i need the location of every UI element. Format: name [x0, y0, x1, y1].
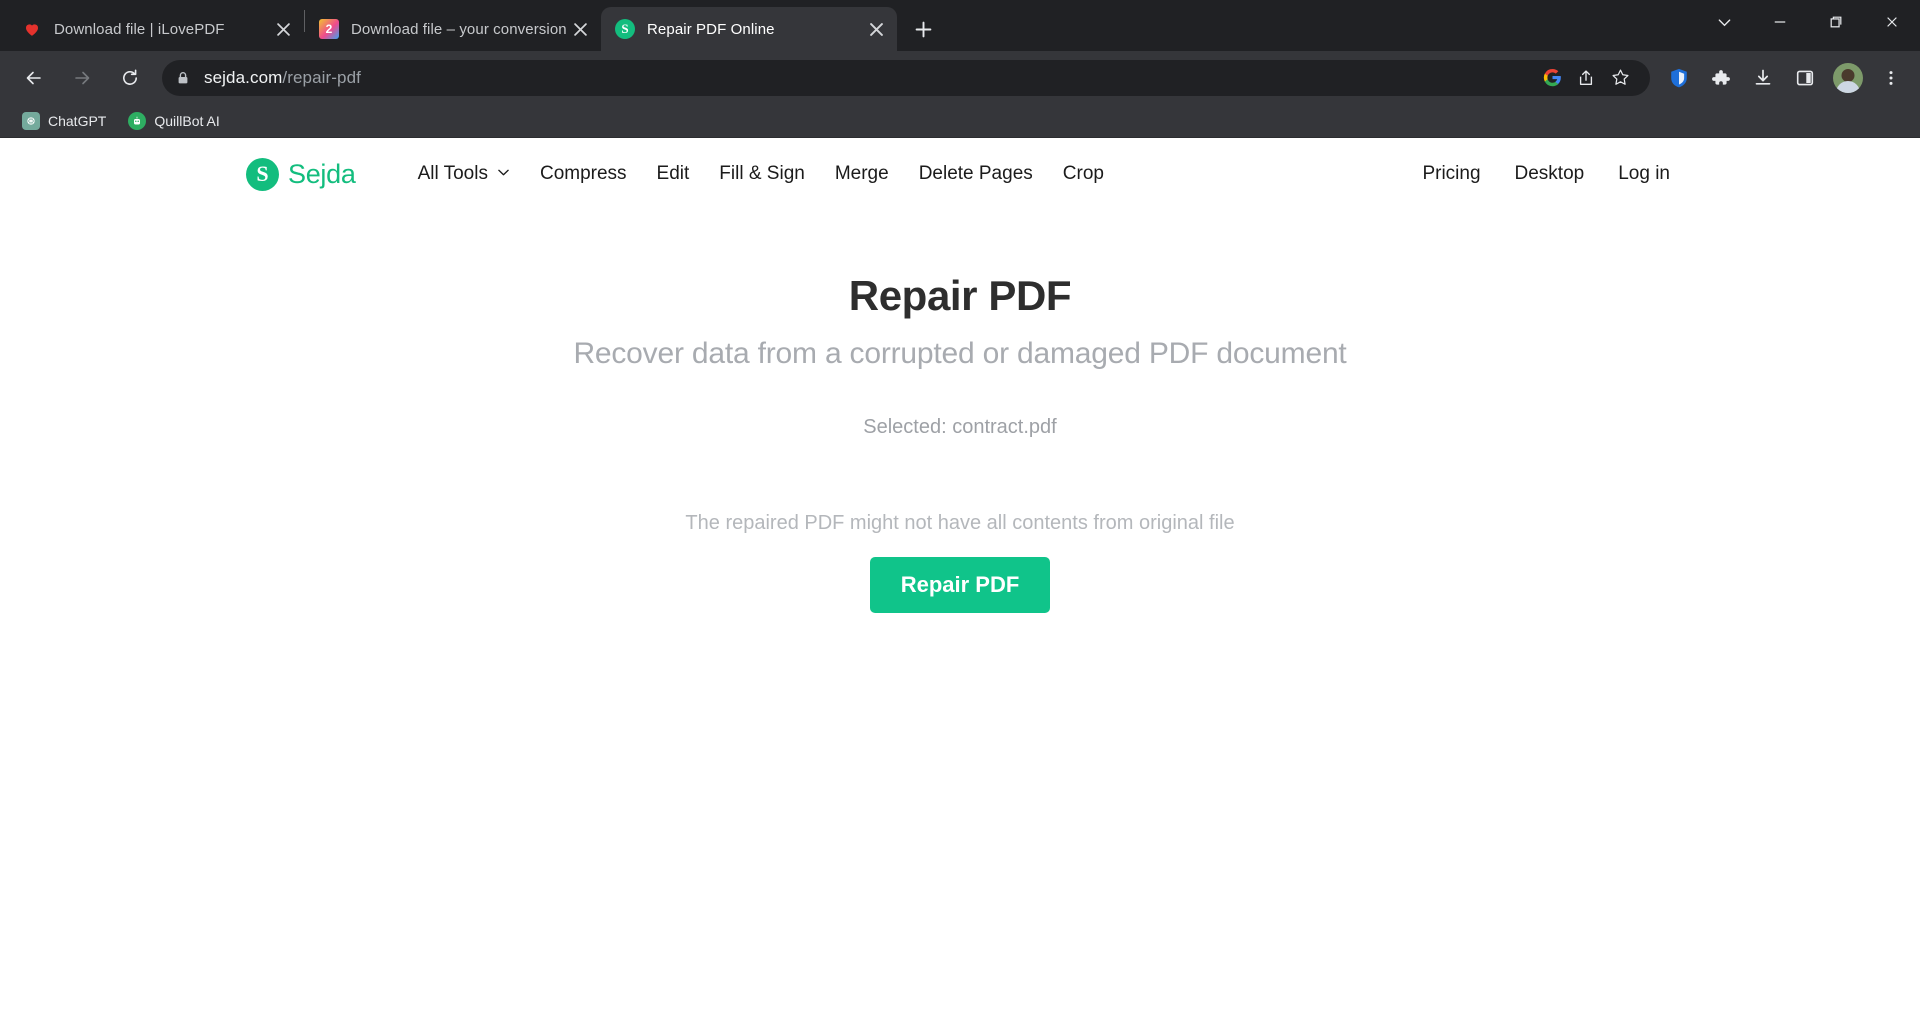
side-panel-icon[interactable]: [1786, 59, 1824, 97]
back-arrow-icon[interactable]: [14, 58, 54, 98]
zenmate-shield-icon[interactable]: [1660, 59, 1698, 97]
forward-arrow-icon[interactable]: [62, 58, 102, 98]
nav-item-all-tools[interactable]: All Tools: [418, 163, 510, 185]
bookmark-star-icon[interactable]: [1604, 62, 1636, 94]
bookmark-label: ChatGPT: [48, 113, 106, 129]
avatar[interactable]: [1833, 63, 1863, 93]
tab-title: Download file – your conversion: [351, 21, 567, 38]
window-controls: [1696, 0, 1920, 44]
chevron-down-icon: [497, 163, 510, 185]
heart-icon: [22, 19, 42, 39]
browser-tab-3[interactable]: S Repair PDF Online: [601, 7, 897, 51]
tab-strip: Download file | iLovePDF 2 Download file…: [0, 0, 1920, 51]
minimize-icon[interactable]: [1752, 0, 1808, 44]
tab-title: Download file | iLovePDF: [54, 21, 270, 38]
close-icon[interactable]: [1864, 0, 1920, 44]
maximize-icon[interactable]: [1808, 0, 1864, 44]
tab-title: Repair PDF Online: [647, 21, 863, 38]
quillbot-icon: [128, 112, 146, 130]
nav-item-pricing[interactable]: Pricing: [1422, 163, 1480, 185]
address-bar-text: sejda.com/repair-pdf: [204, 68, 361, 88]
share-icon[interactable]: [1570, 62, 1602, 94]
main-navigation: All Tools Compress Edit Fill & Sign Merg…: [418, 163, 1104, 185]
sejda-logo-text: Sejda: [288, 159, 356, 190]
sejda-logo-mark: S: [246, 158, 279, 191]
browser-window: Download file | iLovePDF 2 Download file…: [0, 0, 1920, 1030]
downloads-icon[interactable]: [1744, 59, 1782, 97]
reload-icon[interactable]: [110, 58, 150, 98]
lock-icon: [176, 71, 190, 85]
tab-close-button[interactable]: [567, 16, 593, 42]
selected-file-label: Selected: contract.pdf: [0, 416, 1920, 439]
nav-item-crop[interactable]: Crop: [1063, 163, 1104, 185]
browser-toolbar: sejda.com/repair-pdf: [0, 51, 1920, 104]
google-lens-icon[interactable]: [1536, 62, 1568, 94]
browser-tab-1[interactable]: Download file | iLovePDF: [8, 7, 304, 51]
nav-item-compress[interactable]: Compress: [540, 163, 627, 185]
nav-item-edit[interactable]: Edit: [657, 163, 690, 185]
nav-item-delete-pages[interactable]: Delete Pages: [919, 163, 1033, 185]
tab-search-icon[interactable]: [1696, 0, 1752, 44]
tab-close-button[interactable]: [863, 16, 889, 42]
tab-close-button[interactable]: [270, 16, 296, 42]
new-tab-button[interactable]: [905, 11, 941, 47]
bookmarks-bar: ChatGPT QuillBot AI: [0, 104, 1920, 138]
page-viewport: S Sejda All Tools Compress Edit Fill & S…: [0, 138, 1920, 1030]
sejda-icon: S: [615, 19, 635, 39]
avatar-body: [1836, 81, 1860, 93]
url-domain: sejda.com: [204, 68, 282, 87]
nav-item-log-in[interactable]: Log in: [1618, 163, 1670, 185]
nav-item-fill-and-sign[interactable]: Fill & Sign: [719, 163, 805, 185]
page-subtitle: Recover data from a corrupted or damaged…: [0, 337, 1920, 371]
nav-item-merge[interactable]: Merge: [835, 163, 889, 185]
chatgpt-icon: [22, 112, 40, 130]
address-bar[interactable]: sejda.com/repair-pdf: [162, 60, 1650, 96]
nav-label: All Tools: [418, 163, 488, 185]
three-dot-menu-icon[interactable]: [1872, 59, 1910, 97]
bookmark-label: QuillBot AI: [154, 113, 219, 129]
browser-tab-2[interactable]: 2 Download file – your conversion: [305, 7, 601, 51]
bookmark-chatgpt[interactable]: ChatGPT: [14, 108, 114, 134]
site-header: S Sejda All Tools Compress Edit Fill & S…: [0, 138, 1920, 210]
repair-notice: The repaired PDF might not have all cont…: [0, 512, 1920, 535]
secondary-navigation: Pricing Desktop Log in: [1422, 163, 1920, 185]
pdf2-icon: 2: [319, 19, 339, 39]
extension-icons: [1660, 59, 1910, 97]
nav-item-desktop[interactable]: Desktop: [1515, 163, 1585, 185]
bookmark-quillbot[interactable]: QuillBot AI: [120, 108, 227, 134]
url-path: /repair-pdf: [282, 68, 361, 87]
sejda-logo[interactable]: S Sejda: [246, 158, 356, 191]
omnibox-actions: [1526, 62, 1636, 94]
repair-pdf-button[interactable]: Repair PDF: [870, 557, 1051, 613]
hero-section: Repair PDF Recover data from a corrupted…: [0, 210, 1920, 613]
page-title: Repair PDF: [0, 272, 1920, 320]
cta-container: Repair PDF: [0, 557, 1920, 613]
extensions-puzzle-icon[interactable]: [1702, 59, 1740, 97]
